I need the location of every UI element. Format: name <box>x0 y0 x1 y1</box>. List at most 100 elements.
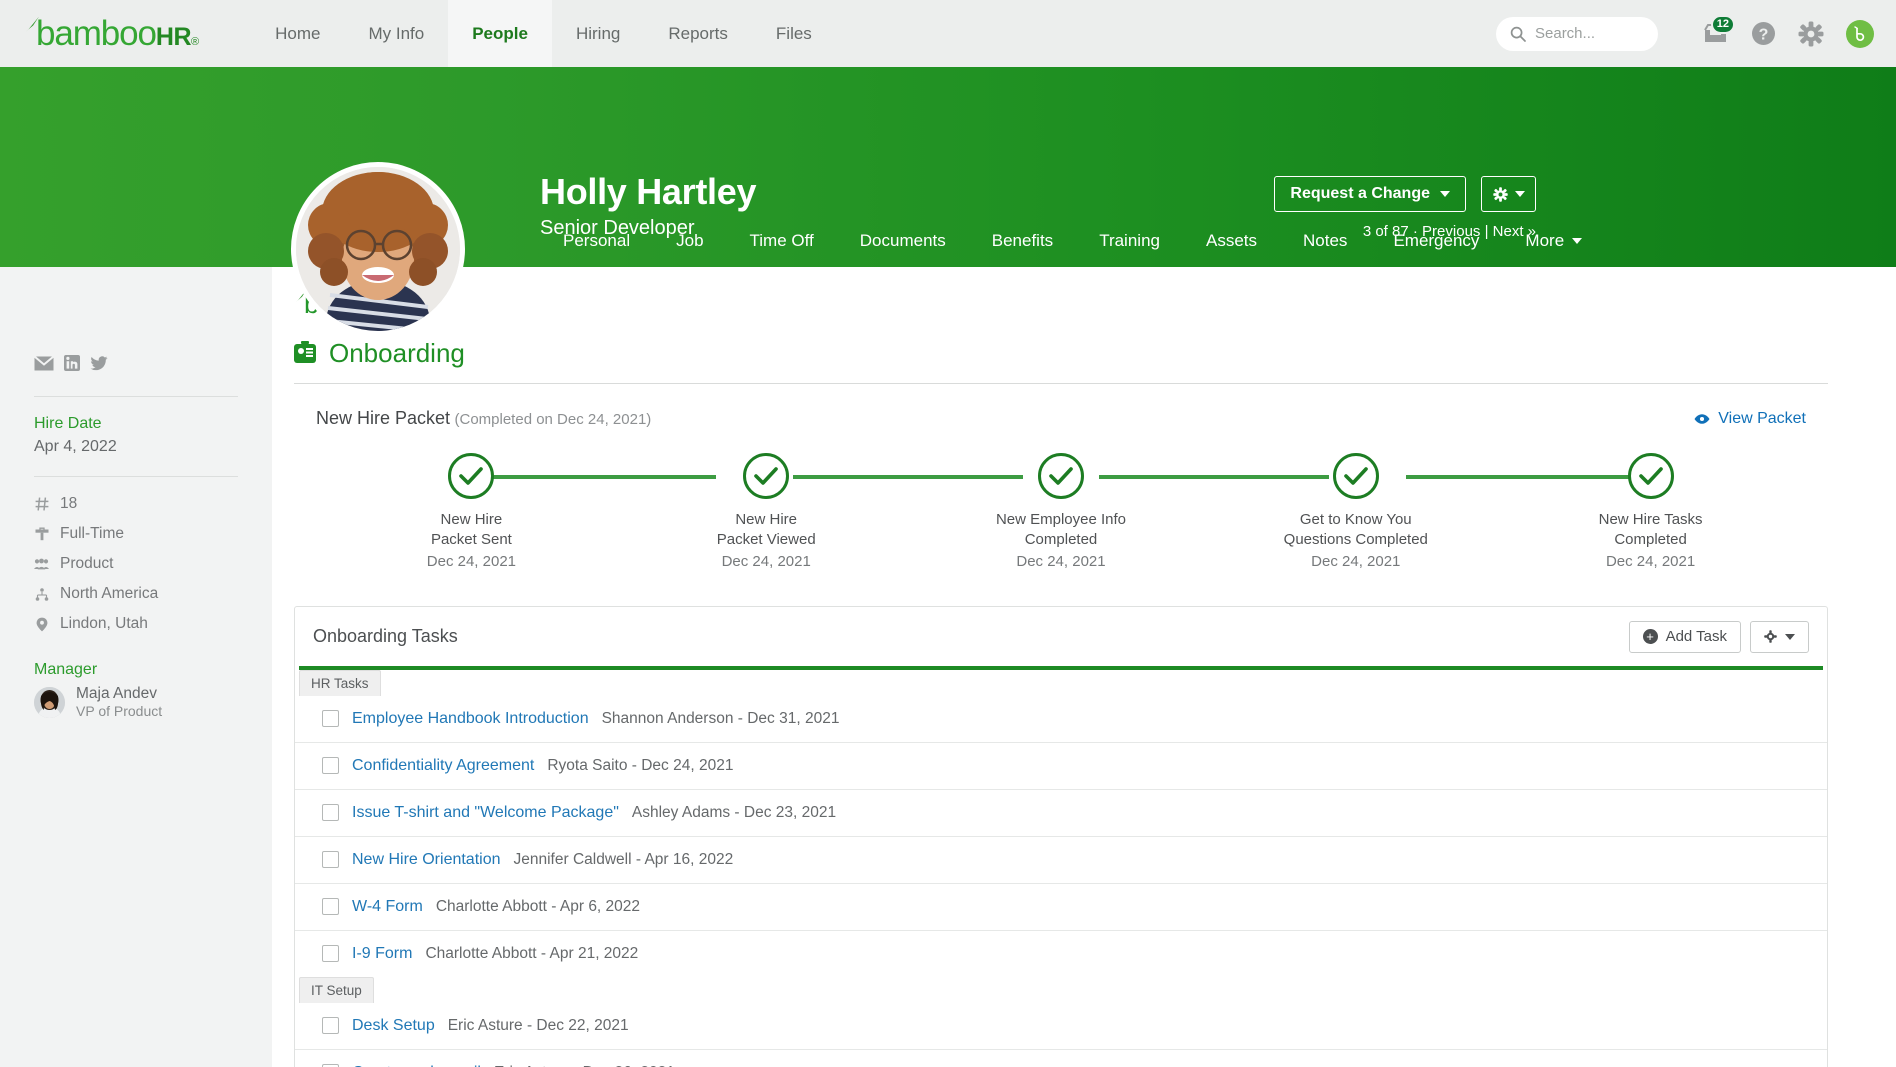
task-name[interactable]: New Hire Orientation <box>352 851 501 869</box>
tab-training[interactable]: Training <box>1076 215 1183 267</box>
nav-item-hiring[interactable]: Hiring <box>552 0 644 67</box>
task-row[interactable]: Desk Setup Eric Asture - Dec 22, 2021 <box>295 1003 1827 1050</box>
hire-date-label: Hire Date <box>34 415 102 432</box>
add-task-button[interactable]: + Add Task <box>1628 620 1741 653</box>
bamboohr-logo[interactable]: bamboo HR ® <box>26 14 199 54</box>
user-avatar[interactable] <box>1846 19 1874 48</box>
task-row[interactable]: W-4 Form Charlotte Abbott - Apr 6, 2022 <box>295 884 1827 931</box>
task-group-hr-tasks: HR Tasks Employee Handbook Introduction … <box>295 669 1827 977</box>
view-packet-link[interactable]: View Packet <box>1694 410 1806 428</box>
step-status-circle <box>1627 453 1674 499</box>
task-checkbox[interactable] <box>322 710 339 727</box>
top-nav-right-cluster: Search... 12 ? <box>1496 0 1874 67</box>
tab-assets[interactable]: Assets <box>1183 215 1280 267</box>
gear-icon <box>1764 630 1777 643</box>
check-icon <box>1638 467 1663 485</box>
step-label-line2: Completed <box>1024 531 1098 549</box>
tab-job[interactable]: Job <box>653 215 726 267</box>
step-new-hire-packet-viewed: New Hire Packet Viewed Dec 24, 2021 <box>619 453 914 570</box>
meta-department-value: Product <box>60 555 114 572</box>
id-badge-icon <box>294 341 316 363</box>
svg-text:?: ? <box>1758 27 1768 44</box>
task-checkbox[interactable] <box>322 945 339 962</box>
step-date: Dec 24, 2021 <box>1605 552 1696 570</box>
step-date: Dec 24, 2021 <box>721 552 811 570</box>
help-icon: ? <box>1751 22 1775 45</box>
bamboo-b-icon <box>1854 25 1865 41</box>
inbox-button[interactable]: 12 <box>1698 14 1735 51</box>
step-date: Dec 24, 2021 <box>1016 552 1106 570</box>
employee-settings-button[interactable] <box>1481 176 1536 212</box>
manager-card[interactable]: Maja Andev VP of Product <box>34 684 238 721</box>
nav-item-people[interactable]: People <box>448 0 552 67</box>
step-label-line1: New Hire <box>735 511 798 528</box>
meta-employment-type-value: Full-Time <box>60 525 125 542</box>
manager-avatar-image <box>34 686 65 718</box>
tasks-settings-button[interactable] <box>1750 620 1809 653</box>
meta-location-value: Lindon, Utah <box>60 615 148 632</box>
task-checkbox[interactable] <box>322 757 339 774</box>
tab-time-off[interactable]: Time Off <box>727 215 837 267</box>
settings-button[interactable] <box>1794 17 1828 51</box>
nav-item-home[interactable]: Home <box>251 0 344 67</box>
task-row[interactable]: Issue T-shirt and "Welcome Package" Ashl… <box>295 790 1827 837</box>
content-bamboohr-logo: bambooHR® <box>296 289 1828 320</box>
task-name[interactable]: Employee Handbook Introduction <box>352 710 589 728</box>
task-meta: Charlotte Abbott - Apr 21, 2022 <box>425 944 639 962</box>
request-a-change-button[interactable]: Request a Change <box>1274 176 1466 212</box>
gear-icon <box>1798 21 1824 46</box>
task-row[interactable]: Create work email Eric Asture - Dec 26, … <box>295 1050 1827 1067</box>
logo-hr-text: HR <box>155 22 192 51</box>
task-row[interactable]: Confidentiality Agreement Ryota Saito - … <box>295 743 1827 790</box>
step-label-line1: New Employee Info <box>995 511 1127 528</box>
email-icon[interactable] <box>33 355 55 376</box>
search-input[interactable]: Search... <box>1496 16 1658 51</box>
task-checkbox[interactable] <box>322 1017 339 1034</box>
linkedin-icon[interactable] <box>64 355 80 376</box>
employee-name: Holly Hartley <box>540 171 757 212</box>
task-meta: Shannon Anderson - Dec 31, 2021 <box>601 709 840 727</box>
task-name[interactable]: Desk Setup <box>352 1017 435 1035</box>
nav-item-my-info[interactable]: My Info <box>344 0 448 67</box>
step-new-employee-info-completed: New Employee Info Completed Dec 24, 2021 <box>914 453 1209 570</box>
step-label-line1: Get to Know You <box>1299 511 1412 528</box>
task-checkbox[interactable] <box>322 804 339 821</box>
employee-sidebar: Hire Date Apr 4, 2022 18 Full-Time Produ… <box>0 267 272 1067</box>
task-row[interactable]: New Hire Orientation Jennifer Caldwell -… <box>295 837 1827 884</box>
task-checkbox[interactable] <box>322 898 339 915</box>
task-row[interactable]: Employee Handbook Introduction Shannon A… <box>295 696 1827 743</box>
tab-emergency[interactable]: Emergency <box>1370 215 1502 267</box>
onboarding-content: bambooHR® Onboarding New Hire Packet (Co… <box>272 267 1896 1067</box>
people-icon <box>34 558 49 570</box>
task-meta: Charlotte Abbott - Apr 6, 2022 <box>435 897 641 915</box>
task-checkbox[interactable] <box>322 851 339 868</box>
tab-personal[interactable]: Personal <box>540 215 653 267</box>
sidebar-divider-2 <box>34 476 238 477</box>
tab-notes[interactable]: Notes <box>1280 215 1370 267</box>
task-name[interactable]: Issue T-shirt and "Welcome Package" <box>352 804 619 822</box>
step-label-line1: New Hire <box>440 511 503 528</box>
step-label-line2: Packet Viewed <box>716 531 816 549</box>
meta-division: North America <box>34 585 238 603</box>
task-row[interactable]: I-9 Form Charlotte Abbott - Apr 21, 2022 <box>295 931 1827 977</box>
employee-photo[interactable] <box>291 162 465 336</box>
nav-item-files[interactable]: Files <box>752 0 836 67</box>
tab-documents[interactable]: Documents <box>837 215 969 267</box>
twitter-icon[interactable] <box>90 355 108 376</box>
step-label-line1: New Hire Tasks <box>1598 511 1703 528</box>
tab-more[interactable]: More <box>1502 215 1605 267</box>
task-name[interactable]: Create work email <box>352 1064 481 1067</box>
task-name[interactable]: I-9 Form <box>352 945 412 963</box>
task-group-it-setup: IT Setup Desk Setup Eric Asture - Dec 22… <box>295 976 1827 1067</box>
help-button[interactable]: ? <box>1746 17 1780 51</box>
plus-icon: + <box>1642 629 1658 644</box>
onboarding-tasks-panel: Onboarding Tasks + Add Task HR Tasks Emp… <box>294 605 1828 1067</box>
task-name[interactable]: Confidentiality Agreement <box>352 757 534 775</box>
task-group-label: HR Tasks <box>299 669 381 696</box>
nav-item-reports[interactable]: Reports <box>644 0 752 67</box>
gear-icon <box>1492 186 1508 202</box>
tasks-panel-title: Onboarding Tasks <box>313 626 458 646</box>
tab-benefits[interactable]: Benefits <box>969 215 1076 267</box>
task-name[interactable]: W-4 Form <box>352 898 423 916</box>
employee-tab-bar: Personal Job Time Off Documents Benefits… <box>540 215 1896 267</box>
